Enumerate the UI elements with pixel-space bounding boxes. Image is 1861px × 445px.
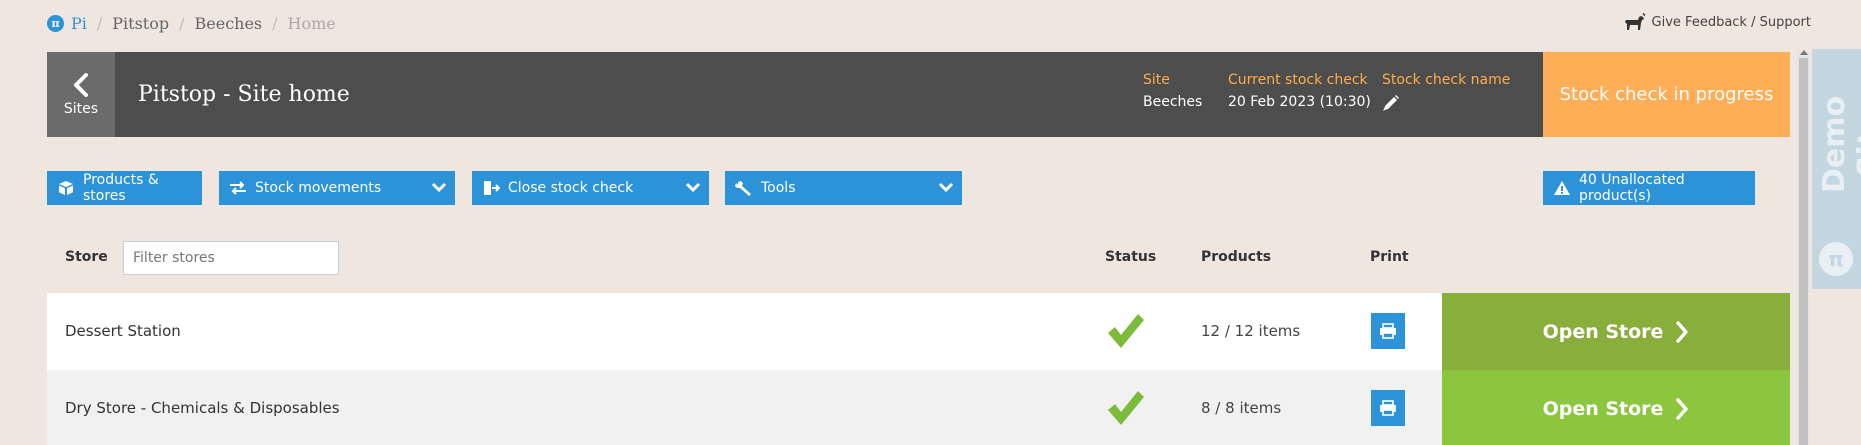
box-icon xyxy=(57,180,75,196)
print-column-header: Print xyxy=(1370,249,1409,265)
printer-icon xyxy=(1380,323,1396,339)
pi-logo-icon[interactable]: π xyxy=(47,14,64,32)
vertical-scrollbar[interactable] xyxy=(1798,50,1809,445)
table-row: Dry Store - Chemicals & Disposables 8 / … xyxy=(47,370,1790,445)
table-row: Dessert Station 12 / 12 items Open Store xyxy=(47,293,1790,370)
door-exit-icon xyxy=(482,180,500,196)
tools-label: Tools xyxy=(761,180,796,196)
products-column-header: Products xyxy=(1201,249,1272,265)
store-column-header: Store xyxy=(65,249,108,265)
close-stock-check-dropdown[interactable]: Close stock check xyxy=(472,171,709,205)
breadcrumb-home: Home xyxy=(287,13,336,33)
page-title: Pitstop - Site home xyxy=(138,82,350,107)
warning-icon xyxy=(1553,180,1571,196)
pi-badge-icon: π xyxy=(1819,242,1853,276)
feedback-label: Give Feedback / Support xyxy=(1651,14,1811,30)
current-check-label: Current stock check xyxy=(1228,72,1368,88)
chevron-right-icon xyxy=(1675,320,1689,343)
breadcrumb-beeches[interactable]: Beeches xyxy=(195,14,263,33)
unallocated-products-button[interactable]: 40 Unallocated product(s) xyxy=(1543,171,1755,205)
demo-site-tab: Demo Site π xyxy=(1812,49,1861,289)
site-label: Site xyxy=(1143,72,1170,88)
breadcrumb: π Pi / Pitstop / Beeches / Home xyxy=(47,12,336,34)
stock-check-status: Stock check in progress xyxy=(1543,52,1790,137)
breadcrumb-pitstop[interactable]: Pitstop xyxy=(112,14,169,33)
printer-icon xyxy=(1380,400,1396,416)
tools-dropdown[interactable]: Tools xyxy=(725,171,962,205)
checkmark-icon xyxy=(1105,388,1145,432)
breadcrumb-separator: / xyxy=(96,13,103,33)
unallocated-label: 40 Unallocated product(s) xyxy=(1579,172,1685,204)
wrench-icon xyxy=(735,180,753,196)
status-column-header: Status xyxy=(1105,249,1157,265)
store-name: Dry Store - Chemicals & Disposables xyxy=(65,399,340,417)
back-label: Sites xyxy=(63,100,99,117)
close-stock-check-label: Close stock check xyxy=(508,180,634,196)
feedback-link[interactable]: Give Feedback / Support xyxy=(1624,13,1811,31)
products-stores-button[interactable]: Products & stores xyxy=(47,171,202,205)
print-button[interactable] xyxy=(1371,390,1405,426)
edit-name-button[interactable] xyxy=(1382,94,1510,116)
pencil-icon xyxy=(1383,95,1399,111)
checkmark-icon xyxy=(1105,311,1145,355)
demo-site-label: Demo Site xyxy=(1817,95,1861,193)
chevron-left-icon xyxy=(74,72,88,97)
open-store-button[interactable]: Open Store xyxy=(1442,293,1790,370)
check-name-meta: Stock check name xyxy=(1382,72,1510,116)
chevron-down-icon xyxy=(431,180,447,198)
product-count: 12 / 12 items xyxy=(1201,322,1301,340)
site-header: Sites Pitstop - Site home Site Beeches C… xyxy=(47,52,1790,137)
transfer-icon xyxy=(229,180,247,196)
open-store-button[interactable]: Open Store xyxy=(1442,370,1790,445)
filter-stores-input[interactable] xyxy=(123,241,339,275)
products-stores-label: Products & stores xyxy=(83,172,159,204)
site-value: Beeches xyxy=(1143,94,1203,110)
current-check-meta: Current stock check 20 Feb 2023 (10:30) xyxy=(1228,72,1371,110)
product-count: 8 / 8 items xyxy=(1201,399,1282,417)
chevron-down-icon xyxy=(685,180,701,198)
breadcrumb-separator: / xyxy=(179,13,185,33)
print-button[interactable] xyxy=(1371,313,1405,349)
open-store-label: Open Store xyxy=(1542,397,1664,420)
dog-icon xyxy=(1624,13,1645,30)
back-to-sites-button[interactable]: Sites xyxy=(47,52,115,137)
chevron-down-icon xyxy=(938,180,954,198)
scrollbar-thumb[interactable] xyxy=(1799,58,1808,445)
stock-movements-dropdown[interactable]: Stock movements xyxy=(219,171,455,205)
open-store-label: Open Store xyxy=(1542,320,1664,343)
check-name-label: Stock check name xyxy=(1382,72,1511,88)
store-name: Dessert Station xyxy=(65,322,181,340)
site-meta: Site Beeches xyxy=(1143,72,1202,110)
current-check-value: 20 Feb 2023 (10:30) xyxy=(1228,94,1371,110)
scroll-up-icon[interactable] xyxy=(1800,50,1808,55)
breadcrumb-separator: / xyxy=(272,13,278,33)
stock-movements-label: Stock movements xyxy=(255,180,382,196)
breadcrumb-pi[interactable]: Pi xyxy=(71,14,87,33)
chevron-right-icon xyxy=(1675,397,1689,420)
